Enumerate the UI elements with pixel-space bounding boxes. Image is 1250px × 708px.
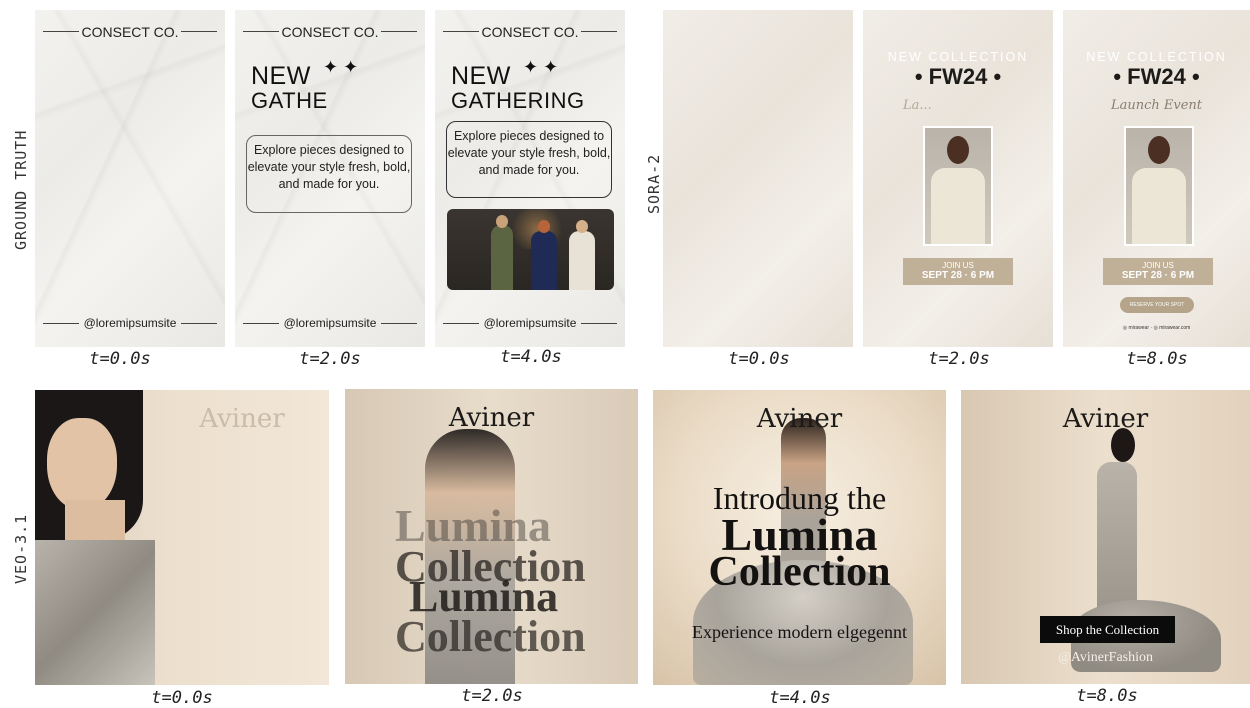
- paper-texture: [35, 10, 225, 347]
- brand-name: CONSECT CO.: [81, 24, 179, 40]
- description-text: Explore pieces designed to elevate your …: [447, 129, 611, 177]
- group-photo: [447, 209, 614, 290]
- portrait-blazer: [1132, 168, 1186, 244]
- description-card: Explore pieces designed to elevate your …: [446, 121, 612, 198]
- row-label-veo: VEO-3.1: [12, 513, 30, 584]
- collection-label: NEW COLLECTION: [1086, 50, 1227, 64]
- social-links: ◎ mirawear · ◎ mirawear.com: [1122, 325, 1191, 331]
- model-face: [47, 418, 117, 510]
- divider: [581, 323, 617, 324]
- brand-logo: Aviner: [448, 403, 535, 433]
- time-label: t=0.0s: [728, 349, 790, 369]
- heading-line1: NEW: [451, 62, 511, 90]
- time-label: t=8.0s: [1126, 349, 1188, 369]
- brand-name: CONSECT CO.: [281, 24, 379, 40]
- portrait-head: [1148, 136, 1170, 164]
- event-date: SEPT 28 · 6 PM: [921, 270, 995, 281]
- sora-frame-8s: NEW COLLECTION • FW24 • Launch Event JOI…: [1063, 10, 1250, 347]
- overlay-collection-2: Collection: [395, 612, 586, 661]
- divider: [181, 31, 217, 32]
- brand-logo: Aviner: [756, 404, 843, 434]
- description-card: Explore pieces designed to elevate your …: [246, 135, 412, 213]
- sora-frame-2s: NEW COLLECTION • FW24 • La... JOIN US SE…: [863, 10, 1053, 347]
- model-blue: [531, 231, 557, 290]
- sequin-dress: [35, 540, 155, 685]
- collection-word: Collection: [708, 549, 891, 595]
- model-white: [569, 231, 595, 290]
- brand-logo: Aviner: [1062, 404, 1149, 434]
- mermaid-gown: [1097, 462, 1137, 612]
- row-label-sora: SORA-2: [645, 153, 663, 214]
- time-label: t=2.0s: [928, 349, 990, 369]
- sora-frame-0: [663, 10, 853, 347]
- gt-frame-4s: CONSECT CO. NEW ✦ ✦ GATHERING Explore pi…: [435, 10, 625, 347]
- time-label: t=0.0s: [151, 688, 213, 708]
- brand-name: CONSECT CO.: [481, 24, 579, 40]
- shop-collection-button[interactable]: Shop the Collection: [1040, 616, 1175, 643]
- time-label: t=4.0s: [500, 347, 562, 367]
- instagram-handle: @AvinerFashion: [1057, 650, 1154, 665]
- divider: [381, 323, 417, 324]
- model-green: [491, 225, 513, 290]
- time-label: t=4.0s: [769, 688, 831, 708]
- veo-frame-2s: Aviner Lumina Collection Lumina Collecti…: [345, 389, 638, 684]
- time-label: t=2.0s: [299, 349, 361, 369]
- event-info-box: JOIN US SEPT 28 · 6 PM: [903, 258, 1013, 285]
- model-green-head: [496, 215, 508, 228]
- divider: [381, 31, 417, 32]
- portrait-blazer: [931, 168, 985, 244]
- veo-frame-8s: Aviner Shop the Collection @AvinerFashio…: [961, 390, 1250, 684]
- model-white-head: [576, 220, 588, 233]
- gt-frame-2s: CONSECT CO. NEW ✦ ✦ GATHE Explore pieces…: [235, 10, 425, 347]
- divider: [181, 323, 217, 324]
- event-date: SEPT 28 · 6 PM: [1121, 270, 1195, 281]
- heading-line2: GATHERING: [451, 88, 585, 113]
- gt-frame-0: CONSECT CO. @loremipsumsite: [35, 10, 225, 347]
- row-label-ground-truth: GROUND TRUTH: [12, 129, 30, 250]
- heading-line2-partial: GATHE: [251, 88, 328, 113]
- event-info-box: JOIN US SEPT 28 · 6 PM: [1103, 258, 1213, 285]
- veo-frame-0: Aviner: [35, 390, 329, 685]
- divider: [581, 31, 617, 32]
- veo-frame-4s: Aviner Introdung the Lumina Collection E…: [653, 390, 946, 685]
- time-label: t=8.0s: [1076, 686, 1138, 706]
- collection-label: NEW COLLECTION: [887, 50, 1029, 64]
- portrait-head: [947, 136, 969, 164]
- model-portrait: [923, 126, 993, 246]
- model-blue-head: [538, 220, 550, 233]
- tagline: Experience modern elgegennt: [692, 622, 907, 642]
- reserve-button[interactable]: RESERVE YOUR SPOT: [1120, 297, 1194, 313]
- time-label: t=0.0s: [89, 349, 151, 369]
- heading-line1: NEW: [251, 62, 311, 90]
- season-title: • FW24 •: [914, 64, 1002, 89]
- sparkle-icon: ✦ ✦: [523, 57, 559, 77]
- sparkle-icon: ✦ ✦: [323, 57, 359, 77]
- launch-event-title: Launch Event: [1110, 98, 1203, 113]
- model-portrait: [1124, 126, 1194, 246]
- description-text: Explore pieces designed to elevate your …: [247, 143, 411, 191]
- launch-event-partial: La...: [903, 98, 932, 113]
- time-label: t=2.0s: [461, 686, 523, 706]
- season-title: • FW24 •: [1113, 64, 1200, 89]
